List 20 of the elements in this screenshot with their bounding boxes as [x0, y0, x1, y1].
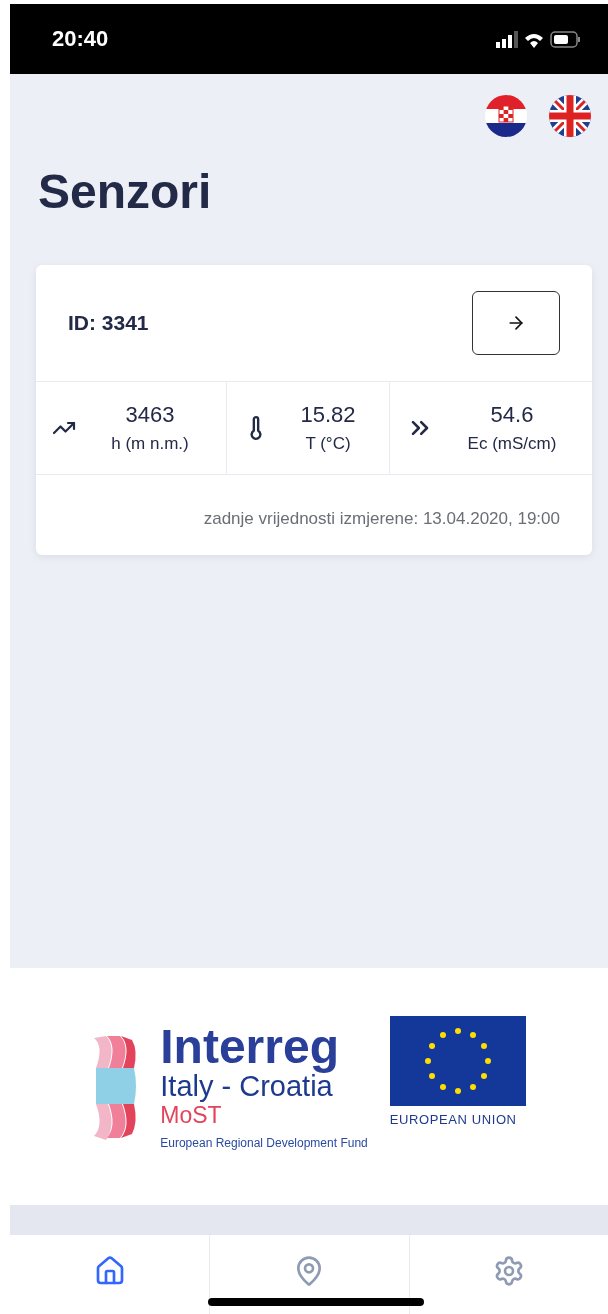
fund-text: European Regional Development Fund: [160, 1136, 368, 1151]
program-logo-text: Interreg: [160, 1022, 340, 1071]
british-flag-icon[interactable]: [548, 94, 592, 138]
battery-icon: [550, 30, 580, 48]
croatian-flag-icon[interactable]: [484, 94, 528, 138]
reading-value: 15.82: [300, 402, 356, 428]
eu-text: EUROPEAN UNION: [389, 1112, 518, 1127]
reading-unit: h (m n.m.): [111, 434, 189, 454]
reading-value: 54.6: [490, 402, 534, 428]
eu-flag-icon: [389, 1016, 526, 1106]
project-logo-text: MoST: [160, 1102, 223, 1129]
reading-unit: Ec (mS/cm): [467, 434, 557, 454]
page-title: Senzori: [38, 164, 213, 219]
reading-value: 3463: [125, 402, 175, 428]
sensor-id: ID: 3341: [68, 311, 149, 335]
last-measured-text: zadnje vrijednosti izmjerene: 13.04.2020, 19:00: [203, 509, 560, 529]
signal-icon: [496, 30, 518, 48]
status-time: 20:40: [52, 26, 109, 52]
open-sensor-button[interactable]: [472, 291, 560, 355]
reading-unit: T (°C): [305, 434, 351, 454]
